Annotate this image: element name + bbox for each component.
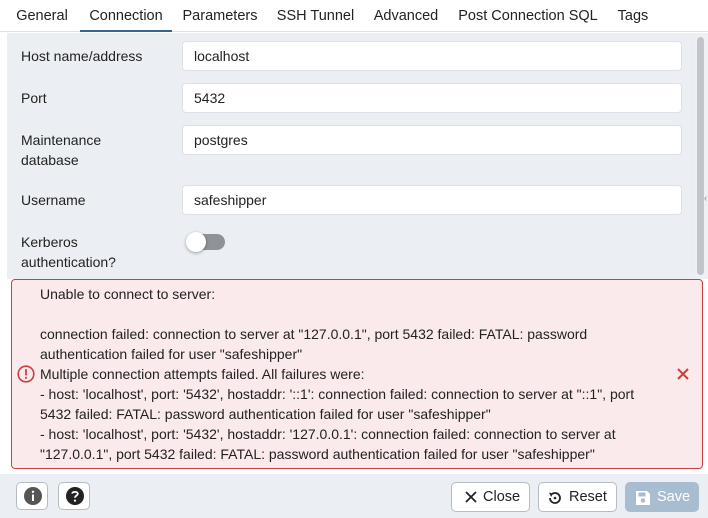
kerberos-label-line2: authentication? — [21, 254, 116, 270]
username-input[interactable] — [182, 185, 682, 215]
tab-connection[interactable]: Connection — [80, 0, 172, 32]
reset-button-label: Reset — [569, 489, 607, 505]
form-scrollbar[interactable] — [695, 33, 708, 279]
toggle-knob — [186, 232, 206, 252]
info-icon — [24, 487, 42, 505]
maintenance-db-label-line1: Maintenance — [21, 132, 102, 148]
connection-form: Host name/address Port Maintenance datab… — [7, 33, 695, 279]
maintenance-db-input[interactable] — [182, 125, 682, 155]
close-button-label: Close — [483, 489, 521, 505]
tab-general[interactable]: General — [11, 0, 73, 31]
close-button[interactable]: Close — [451, 482, 530, 512]
close-x-icon — [465, 491, 477, 503]
error-message: Unable to connect to server: connection … — [40, 286, 635, 462]
error-circle-icon — [17, 365, 35, 383]
error-alert: Unable to connect to server: connection … — [11, 279, 703, 469]
username-label: Username — [21, 192, 86, 208]
host-label: Host name/address — [21, 48, 143, 64]
save-button-label: Save — [657, 489, 691, 505]
tab-ssh-tunnel[interactable]: SSH Tunnel — [272, 0, 359, 31]
reset-icon — [549, 492, 561, 504]
kerberos-toggle[interactable] — [186, 232, 225, 252]
tab-tags[interactable]: Tags — [612, 0, 654, 31]
port-label: Port — [21, 90, 47, 106]
kerberos-label-line1: Kerberos — [21, 234, 78, 250]
reset-button[interactable]: Reset — [538, 482, 617, 512]
help-button[interactable] — [58, 482, 90, 510]
help-icon — [66, 487, 84, 505]
info-button[interactable] — [16, 482, 48, 510]
resize-handle-icon: ‹ — [704, 193, 708, 204]
port-input[interactable] — [182, 83, 682, 113]
maintenance-db-label-line2: database — [21, 152, 79, 168]
save-icon — [636, 491, 650, 505]
scrollbar-thumb[interactable] — [697, 37, 704, 275]
save-button[interactable]: Save — [625, 482, 699, 512]
host-input[interactable] — [182, 41, 682, 71]
tab-bar: General Connection Parameters SSH Tunnel… — [0, 0, 708, 32]
tab-parameters[interactable]: Parameters — [177, 0, 263, 31]
close-icon[interactable] — [675, 366, 691, 382]
tab-post-connection-sql[interactable]: Post Connection SQL — [453, 0, 603, 31]
tab-advanced[interactable]: Advanced — [368, 0, 444, 31]
dialog-footer: Close Reset Save — [0, 474, 708, 518]
